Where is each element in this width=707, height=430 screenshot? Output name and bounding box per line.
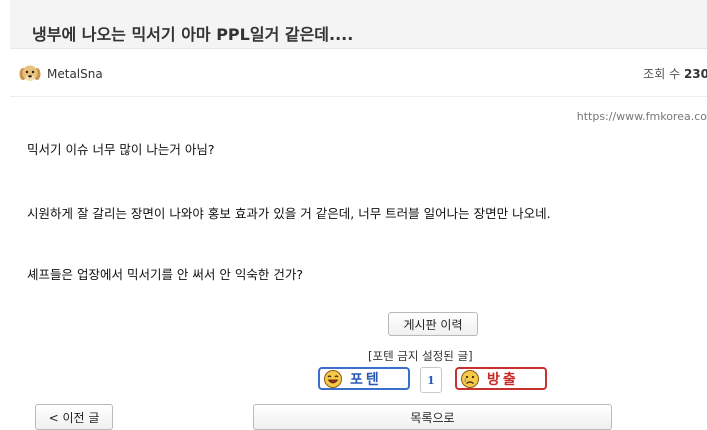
title-bar: 냉부에 나오는 믹서기 아마 PPL일거 같은데.... [10, 0, 707, 49]
vote-count: 1 [420, 367, 442, 393]
divider [10, 96, 707, 97]
view-count: 조회 수 230 [643, 65, 707, 82]
post-title: 냉부에 나오는 믹서기 아마 PPL일거 같은데.... [32, 25, 354, 44]
source-url[interactable]: https://www.fmkorea.co [577, 110, 707, 123]
prev-post-button[interactable]: < 이전 글 [35, 404, 113, 430]
post-body-line: 믹서기 이슈 너무 많이 나는거 아님? [27, 142, 215, 157]
laughing-face-icon [324, 369, 342, 388]
post-body-line: 셰프들은 업장에서 믹서기를 안 써서 안 익숙한 건가? [27, 267, 303, 282]
views-value: 230 [683, 67, 707, 81]
views-label: 조회 수 [643, 67, 681, 81]
downvote-button[interactable]: 방출 [455, 367, 547, 390]
author-name[interactable]: MetalSna [47, 67, 103, 81]
post-body-line: 시원하게 잘 갈리는 장면이 나와야 홍보 효과가 있을 거 같은데, 너무 트… [27, 206, 551, 221]
downvote-label: 방출 [487, 371, 519, 388]
author-info: MetalSna [18, 62, 103, 86]
upvote-button[interactable]: 포텐 [318, 367, 410, 390]
puppy-avatar-icon [19, 65, 41, 82]
list-button[interactable]: 목록으로 [253, 404, 612, 430]
upvote-label: 포텐 [350, 371, 382, 388]
board-history-button[interactable]: 게시판 이력 [388, 312, 478, 336]
crying-face-icon [461, 369, 479, 388]
potten-block-notice: [포텐 금지 설정된 글] [368, 349, 473, 363]
